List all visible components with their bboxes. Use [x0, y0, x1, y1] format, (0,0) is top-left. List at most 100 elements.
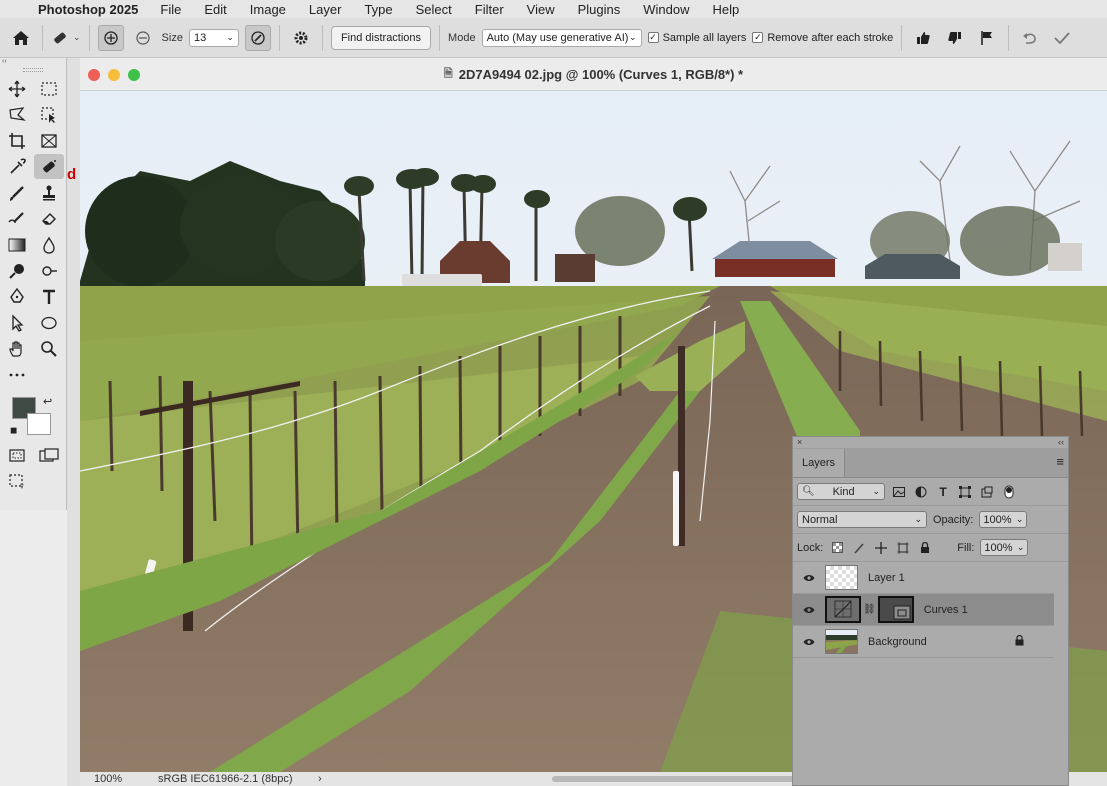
menu-view[interactable]: View — [527, 2, 555, 17]
smudge-tool-icon[interactable] — [34, 258, 64, 283]
partial-background-text: d — [67, 166, 77, 183]
collapse-chevrons-icon[interactable]: ‹‹ — [0, 58, 66, 66]
home-icon[interactable] — [8, 25, 34, 51]
frame-tool-icon[interactable] — [34, 128, 64, 153]
screen-mode-icon[interactable] — [34, 443, 64, 468]
menu-image[interactable]: Image — [250, 2, 286, 17]
panel-grip[interactable] — [23, 68, 43, 72]
lock-all-icon[interactable] — [917, 540, 933, 556]
clone-stamp-icon[interactable] — [34, 180, 64, 205]
pixel-layer-filter-icon[interactable] — [891, 484, 907, 500]
lock-artboard-icon[interactable] — [895, 540, 911, 556]
adjustment-layer-filter-icon[interactable] — [913, 484, 929, 500]
zoom-level[interactable]: 100% — [80, 773, 158, 785]
move-tool-icon[interactable] — [2, 76, 32, 101]
background-color-swatch[interactable] — [27, 413, 51, 435]
lock-position-icon[interactable] — [873, 540, 889, 556]
panel-menu-icon[interactable]: ≡ — [1056, 454, 1068, 469]
smart-object-filter-icon[interactable] — [979, 484, 995, 500]
thumbs-up-icon[interactable] — [910, 25, 936, 51]
menu-type[interactable]: Type — [364, 2, 392, 17]
swap-colors-icon[interactable]: ↩ — [43, 395, 52, 408]
visibility-eye-icon[interactable] — [793, 571, 825, 585]
gradient-tool-icon[interactable] — [2, 232, 32, 257]
blur-tool-icon[interactable] — [34, 232, 64, 257]
sample-all-layers-checkbox[interactable]: ✓ Sample all layers — [647, 32, 746, 44]
object-selection-icon[interactable] — [34, 102, 64, 127]
shape-layer-filter-icon[interactable] — [957, 484, 973, 500]
generative-selection-icon[interactable] — [2, 469, 32, 494]
mask-link-icon[interactable]: ⛓ — [863, 604, 876, 615]
quick-mask-icon[interactable] — [2, 443, 32, 468]
tab-layers[interactable]: Layers — [793, 449, 846, 477]
blend-mode-select[interactable]: Normal ⌄ — [797, 511, 927, 528]
filter-kind-select[interactable]: 🔍︎ Kind ⌄ — [797, 483, 885, 500]
menu-window[interactable]: Window — [643, 2, 689, 17]
zoom-window-icon[interactable] — [128, 69, 140, 81]
layer-row-curves-1[interactable]: ⛓ Curves 1 — [793, 594, 1054, 626]
layer-name: Layer 1 — [868, 571, 905, 584]
filter-toggle-icon[interactable] — [1001, 484, 1017, 500]
size-input[interactable]: 13 ⌄ — [188, 28, 239, 47]
menu-plugins[interactable]: Plugins — [578, 2, 621, 17]
fill-input[interactable]: 100% ⌄ — [980, 539, 1029, 556]
ellipse-tool-icon[interactable] — [34, 310, 64, 335]
pen-tool-icon[interactable] — [2, 284, 32, 309]
remove-tool-icon[interactable] — [34, 154, 64, 179]
lasso-tool-icon[interactable] — [2, 102, 32, 127]
mode-select[interactable]: Auto (May use generative AI) ⌄ — [481, 28, 642, 47]
remove-after-each-stroke-checkbox[interactable]: ✓ Remove after each stroke — [752, 32, 893, 44]
dodge-tool-icon[interactable] — [2, 258, 32, 283]
type-layer-filter-icon[interactable]: T — [935, 484, 951, 500]
add-brush-mode-icon[interactable] — [97, 24, 124, 51]
default-colors-icon[interactable]: ◼ — [10, 425, 17, 436]
app-name-menu[interactable]: Photoshop 2025 — [38, 2, 138, 17]
background-thumbnail — [825, 629, 858, 654]
brush-tool-icon[interactable] — [2, 180, 32, 205]
mode-label: Mode — [448, 31, 476, 44]
subtract-brush-mode-icon[interactable] — [130, 25, 156, 51]
zoom-tool-icon[interactable] — [34, 336, 64, 361]
menu-select[interactable]: Select — [416, 2, 452, 17]
lock-image-pixels-icon[interactable] — [851, 540, 867, 556]
rectangular-marquee-icon[interactable] — [34, 76, 64, 101]
status-info-chevron-icon[interactable]: › — [318, 773, 322, 785]
close-window-icon[interactable] — [88, 69, 100, 81]
settings-gear-icon[interactable] — [288, 25, 314, 51]
eraser-tool-icon[interactable] — [34, 206, 64, 231]
lock-transparent-pixels-icon[interactable] — [829, 540, 845, 556]
layer-row-background[interactable]: Background — [793, 626, 1054, 658]
visibility-eye-icon[interactable] — [793, 635, 825, 649]
separator — [901, 24, 903, 51]
menu-help[interactable]: Help — [713, 2, 740, 17]
menu-file[interactable]: File — [160, 2, 181, 17]
layer-row-layer-1[interactable]: Layer 1 — [793, 562, 1054, 594]
flag-icon[interactable] — [974, 25, 1000, 51]
horizontal-scrollbar[interactable] — [551, 776, 812, 782]
history-brush-icon[interactable] — [2, 206, 32, 231]
thumbs-down-icon[interactable] — [942, 25, 968, 51]
layer-thumbnail — [825, 565, 858, 590]
close-panel-icon[interactable]: × — [797, 437, 802, 448]
eyedropper-tool-icon[interactable] — [2, 154, 32, 179]
menu-layer[interactable]: Layer — [309, 2, 342, 17]
menu-filter[interactable]: Filter — [475, 2, 504, 17]
commit-checkmark-icon[interactable] — [1049, 25, 1075, 51]
opacity-input[interactable]: 100% ⌄ — [979, 511, 1028, 528]
mode-value: Auto (May use generative AI) — [486, 31, 629, 44]
hand-tool-icon[interactable] — [2, 336, 32, 361]
undo-icon[interactable] — [1017, 25, 1043, 51]
minimize-window-icon[interactable] — [108, 69, 120, 81]
visibility-eye-icon[interactable] — [793, 603, 825, 617]
more-tools-icon[interactable] — [2, 362, 32, 387]
path-selection-icon[interactable] — [2, 310, 32, 335]
collapse-panel-icon[interactable]: ‹‹ — [1058, 437, 1064, 448]
remove-tool-preset-icon[interactable]: ⌄ — [51, 25, 81, 51]
crop-tool-icon[interactable] — [2, 128, 32, 153]
type-tool-icon[interactable] — [34, 284, 64, 309]
pressure-size-icon[interactable] — [244, 24, 271, 51]
menu-edit[interactable]: Edit — [204, 2, 226, 17]
find-distractions-label: Find distractions — [340, 31, 422, 44]
find-distractions-button[interactable]: Find distractions — [330, 25, 432, 50]
layer-mask-thumbnail[interactable] — [877, 596, 914, 623]
